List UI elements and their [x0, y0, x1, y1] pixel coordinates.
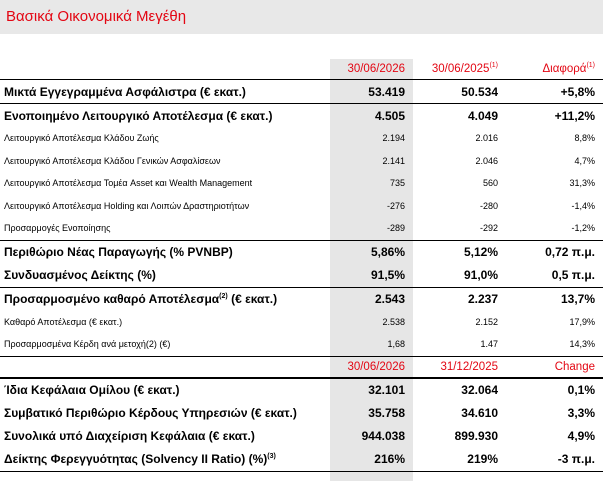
value-current: 2.543 [330, 286, 413, 311]
value-prior: 899.930 [454, 429, 498, 443]
table-row: Συμβατικό Περιθώριο Κέρδους Υπηρεσιών (€… [0, 402, 603, 425]
table-row: Μικτά Εγγεγραμμένα Ασφάλιστρα (€ εκατ.) … [0, 79, 603, 104]
table-row: Λειτουργικό Αποτέλεσμα Κλάδου Ζωής 2.194… [0, 127, 603, 150]
row-label: Λειτουργικό Αποτέλεσμα Κλάδου Ζωής [4, 133, 159, 144]
value-change: +11,2% [506, 103, 603, 127]
table-row: Συνολικά υπό Διαχείριση Κεφάλαια (€ εκατ… [0, 425, 603, 448]
row-label: Δείκτης Φερεγγυότητας (Solvency II Ratio… [0, 447, 330, 472]
table-row: Καθαρό Αποτέλεσμα (€ εκατ.) 2.538 2.152 … [0, 311, 603, 334]
header-row-2: 30/06/2026 31/12/2025 Change [0, 355, 603, 378]
row-label: Προσαρμογές Ενοποίησης [4, 223, 111, 234]
value-current: 2.141 [382, 155, 405, 166]
value-current: 91,5% [370, 268, 405, 282]
header-prior-date: 31/12/2025 [413, 355, 506, 378]
table-row: Ενοποιημένο Λειτουργικό Αποτέλεσμα (€ εκ… [0, 103, 603, 127]
row-label: Ίδια Κεφάλαια Ομίλου (€ εκατ.) [0, 376, 330, 402]
value-current: 735 [389, 178, 405, 189]
value-current: 2.194 [382, 133, 405, 144]
value-current: -289 [386, 223, 405, 234]
row-label: Προσαρμοσμένο καθαρό Αποτέλεσμα(2) (€ εκ… [0, 286, 330, 311]
value-current: 32.101 [330, 376, 413, 402]
value-change: 0,72 π.μ. [506, 239, 603, 264]
value-current: 4.505 [330, 103, 413, 127]
value-current: -276 [386, 200, 405, 211]
value-change: 0,1% [506, 376, 603, 402]
value-change: 3,3% [567, 406, 595, 420]
value-prior: 2.046 [475, 155, 498, 166]
table-row: Προσαρμοσμένα Κέρδη ανά μετοχή(2) (€) 1,… [0, 333, 603, 356]
value-current: 35.758 [368, 406, 405, 420]
value-prior: 4.049 [413, 103, 506, 127]
value-current: 5,86% [330, 239, 413, 264]
value-prior: 34.610 [461, 406, 498, 420]
table-row: Προσαρμογές Ενοποίησης -289 -292 -1,2% [0, 217, 603, 240]
value-change: 31,3% [569, 178, 595, 189]
table-row: Ίδια Κεφάλαια Ομίλου (€ εκατ.) 32.101 32… [0, 376, 603, 402]
table-row: Λειτουργικό Αποτέλεσμα Τομέα Asset και W… [0, 172, 603, 195]
value-change: 0,5 π.μ. [551, 268, 595, 282]
value-current: 1,68 [387, 339, 405, 350]
value-prior: 2.016 [475, 133, 498, 144]
value-prior: 2.237 [413, 286, 506, 311]
value-change: -1,2% [571, 223, 595, 234]
page-title: Βασικά Οικονομικά Μεγέθη [6, 8, 187, 25]
value-prior: -292 [479, 223, 498, 234]
header-label-cell [0, 59, 330, 80]
table-row: Δείκτης Φερεγγυότητας (Solvency II Ratio… [0, 447, 603, 472]
row-label: Συμβατικό Περιθώριο Κέρδους Υπηρεσιών (€… [4, 406, 297, 420]
row-label: Λειτουργικό Αποτέλεσμα Holding και Λοιπώ… [4, 200, 250, 211]
header-current-date: 30/06/2026 [330, 355, 413, 378]
value-change: 4,9% [567, 429, 595, 443]
value-change: -1,4% [571, 200, 595, 211]
row-label: Καθαρό Αποτέλεσμα (€ εκατ.) [4, 316, 123, 327]
key-figures-table: 30/06/2026 30/06/2025(1) Διαφορά(1) Μικτ… [0, 59, 603, 472]
header-row-1: 30/06/2026 30/06/2025(1) Διαφορά(1) [0, 59, 603, 80]
title-bar: Βασικά Οικονομικά Μεγέθη [0, 0, 603, 34]
value-change: +5,8% [506, 79, 603, 104]
value-current: 53.419 [330, 79, 413, 104]
row-label: Λειτουργικό Αποτέλεσμα Κλάδου Γενικών Ασ… [4, 155, 221, 166]
value-change: 13,7% [506, 286, 603, 311]
value-prior: 2.152 [475, 316, 498, 327]
value-change: 17,9% [569, 316, 595, 327]
table-row: Προσαρμοσμένο καθαρό Αποτέλεσμα(2) (€ εκ… [0, 286, 603, 311]
table-row: Λειτουργικό Αποτέλεσμα Κλάδου Γενικών Ασ… [0, 150, 603, 173]
value-prior: 50.534 [413, 79, 506, 104]
row-label: Προσαρμοσμένα Κέρδη ανά μετοχή(2) (€) [4, 339, 171, 350]
value-current: 216% [330, 447, 413, 472]
value-current: 944.038 [361, 429, 405, 443]
value-prior: 91,0% [463, 268, 498, 282]
header-prior-period: 30/06/2025(1) [431, 62, 498, 75]
row-label: Συνολικά υπό Διαχείριση Κεφάλαια (€ εκατ… [4, 429, 255, 443]
value-change: 4,7% [574, 155, 595, 166]
value-change: 14,3% [569, 339, 595, 350]
value-prior: 5,12% [413, 239, 506, 264]
value-prior: 1.47 [480, 339, 498, 350]
row-label: Μικτά Εγγεγραμμένα Ασφάλιστρα (€ εκατ.) [0, 79, 330, 104]
value-current: 2.538 [382, 316, 405, 327]
value-change: 8,8% [574, 133, 595, 144]
value-prior: 219% [413, 447, 506, 472]
row-label: Περιθώριο Νέας Παραγωγής (% PVNBP) [0, 239, 330, 264]
header-difference: Διαφορά(1) [542, 62, 596, 75]
header-label-cell [0, 355, 330, 378]
row-label: Ενοποιημένο Λειτουργικό Αποτέλεσμα (€ εκ… [0, 103, 330, 127]
value-prior: 560 [482, 178, 498, 189]
value-prior: -280 [479, 200, 498, 211]
row-label: Συνδυασμένος Δείκτης (%) [4, 268, 156, 282]
row-label: Λειτουργικό Αποτέλεσμα Τομέα Asset και W… [4, 178, 253, 189]
value-prior: 32.064 [413, 376, 506, 402]
table-row: Περιθώριο Νέας Παραγωγής (% PVNBP) 5,86%… [0, 239, 603, 264]
table-row: Συνδυασμένος Δείκτης (%) 91,5% 91,0% 0,5… [0, 264, 603, 288]
value-change: -3 π.μ. [506, 447, 603, 472]
header-change: Change [506, 355, 603, 378]
table-row: Λειτουργικό Αποτέλεσμα Holding και Λοιπώ… [0, 195, 603, 218]
header-current-period: 30/06/2026 [347, 63, 405, 75]
